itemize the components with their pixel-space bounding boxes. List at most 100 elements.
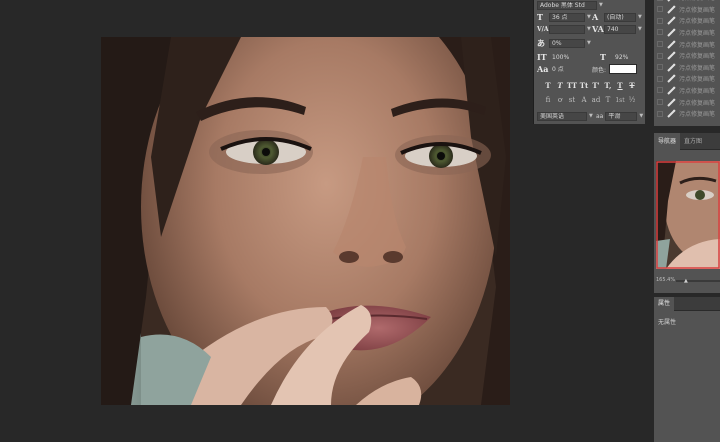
list-item[interactable]: 污点修复画笔 bbox=[654, 50, 720, 61]
chevron-down-icon[interactable]: ▼ bbox=[589, 113, 593, 119]
visibility-checkbox[interactable] bbox=[657, 64, 663, 71]
ligature-button[interactable]: fi bbox=[542, 95, 554, 106]
list-item[interactable]: 污点修复画笔 bbox=[654, 62, 720, 73]
list-item-label: 污点修复画笔 bbox=[679, 87, 716, 95]
baseline-shift-icon: Aa bbox=[537, 64, 549, 74]
visibility-checkbox[interactable] bbox=[657, 29, 663, 36]
chevron-down-icon[interactable]: ▼ bbox=[587, 14, 591, 20]
chevron-down-icon[interactable]: ▼ bbox=[587, 40, 591, 46]
antialias-select[interactable]: 平滑 bbox=[605, 111, 638, 121]
visibility-checkbox[interactable] bbox=[657, 99, 663, 106]
list-item-label: 污点修复画笔 bbox=[679, 53, 716, 61]
strikethrough-button[interactable]: T bbox=[626, 80, 638, 91]
chevron-down-icon[interactable]: ▼ bbox=[638, 26, 642, 32]
list-item[interactable]: 污点修复画笔 bbox=[654, 85, 720, 96]
spot-healing-brush-icon bbox=[667, 40, 676, 49]
font-family-select[interactable]: Adobe 黑体 Std bbox=[537, 0, 597, 10]
faux-bold-button[interactable]: T bbox=[542, 80, 554, 91]
spot-healing-brush-icon bbox=[667, 0, 676, 2]
stylistic-alternate-button[interactable]: st bbox=[566, 95, 578, 106]
all-caps-button[interactable]: TT bbox=[566, 80, 578, 91]
list-item[interactable]: 污点修复画笔 bbox=[654, 108, 720, 119]
list-item[interactable]: 污点修复画笔 bbox=[654, 96, 720, 107]
underline-button[interactable]: T bbox=[614, 80, 626, 91]
list-item[interactable]: 污点修复画笔 bbox=[654, 15, 720, 26]
font-size-icon: T bbox=[537, 12, 543, 22]
text-color-swatch[interactable] bbox=[609, 64, 638, 74]
navigator-zoom-value[interactable]: 165.4% bbox=[656, 277, 675, 283]
properties-content: 无属性 bbox=[658, 319, 677, 326]
visibility-checkbox[interactable] bbox=[657, 75, 663, 82]
tsume-icon: あ bbox=[537, 37, 545, 48]
font-size-field[interactable]: 36 点 bbox=[549, 12, 585, 22]
leading-field[interactable]: (自动) bbox=[604, 12, 636, 22]
discretionary-ligature-button[interactable]: ơ bbox=[554, 95, 566, 106]
tsume-field[interactable]: 0% bbox=[549, 38, 585, 48]
list-item-label: 污点修复画笔 bbox=[679, 64, 716, 72]
vertical-scale-field[interactable]: 100% bbox=[549, 52, 585, 62]
small-caps-button[interactable]: Tt bbox=[578, 80, 590, 91]
superscript-button[interactable]: T' bbox=[590, 80, 602, 91]
document-canvas[interactable] bbox=[0, 0, 533, 442]
visibility-checkbox[interactable] bbox=[657, 52, 663, 59]
visibility-checkbox[interactable] bbox=[657, 0, 663, 1]
list-item-label: 污点修复画笔 bbox=[679, 41, 716, 49]
chevron-down-icon[interactable]: ▼ bbox=[639, 113, 643, 119]
list-item[interactable]: 污点修复画笔 bbox=[654, 73, 720, 84]
tab-navigator[interactable]: 导航器 bbox=[654, 133, 681, 150]
spot-healing-brush-icon bbox=[667, 109, 676, 118]
list-item-label: 污点修复画笔 bbox=[679, 0, 715, 2]
visibility-checkbox[interactable] bbox=[657, 17, 663, 24]
spot-healing-brush-icon bbox=[667, 98, 676, 107]
tracking-field[interactable]: 740 bbox=[604, 24, 636, 34]
spot-healing-brush-icon bbox=[667, 86, 676, 95]
character-panel: Adobe 黑体 Std ▼ T 36 点 ▼ A (自动) ▼ V/A ▼ V… bbox=[533, 0, 645, 124]
visibility-checkbox[interactable] bbox=[657, 110, 663, 117]
visibility-checkbox[interactable] bbox=[657, 87, 663, 94]
tab-properties[interactable]: 属性 bbox=[654, 297, 675, 311]
horizontal-scale-field[interactable]: 92% bbox=[612, 52, 640, 62]
zoom-out-icon[interactable]: ▲ bbox=[684, 278, 688, 284]
chevron-down-icon[interactable]: ▼ bbox=[638, 14, 642, 20]
panel-divider bbox=[645, 0, 654, 442]
titling-alternate-button[interactable]: ad bbox=[590, 95, 602, 106]
opentype-buttons: fi ơ st A ad T 1st ½ bbox=[542, 95, 638, 106]
fractions-button[interactable]: ½ bbox=[626, 95, 638, 106]
subscript-button[interactable]: T, bbox=[602, 80, 614, 91]
antialias-icon: aa bbox=[596, 112, 604, 120]
language-select[interactable]: 美国英语 bbox=[537, 111, 587, 121]
portrait-photo[interactable] bbox=[101, 37, 510, 405]
chevron-down-icon[interactable]: ▼ bbox=[587, 26, 591, 32]
history-list-panel: 污点修复画笔 污点修复画笔 污点修复画笔 污点修复画笔 污点修复画笔 污点修复画笔 污点修复… bbox=[654, 0, 720, 126]
list-item-label: 污点修复画笔 bbox=[679, 99, 716, 107]
spot-healing-brush-icon bbox=[667, 51, 676, 60]
spot-healing-brush-icon bbox=[667, 28, 676, 37]
horizontal-scale-icon: T bbox=[600, 52, 606, 62]
list-item-label: 污点修复画笔 bbox=[679, 6, 716, 14]
kerning-field[interactable] bbox=[549, 24, 585, 34]
navigator-preview bbox=[656, 161, 720, 269]
tracking-icon: VA bbox=[592, 24, 604, 34]
list-item[interactable]: 污点修复画笔 bbox=[654, 4, 720, 15]
list-item[interactable]: 污点修复画笔 bbox=[654, 27, 720, 38]
ordinal-button[interactable]: T bbox=[602, 95, 614, 106]
swash-button[interactable]: A bbox=[578, 95, 590, 106]
faux-italic-button[interactable]: T bbox=[554, 80, 566, 91]
navigator-thumbnail[interactable] bbox=[656, 161, 720, 269]
kerning-icon: V/A bbox=[537, 25, 549, 33]
ordinals-button[interactable]: 1st bbox=[614, 95, 626, 106]
list-item-label: 污点修复画笔 bbox=[679, 111, 716, 119]
list-item[interactable]: 污点修复画笔 bbox=[654, 38, 720, 49]
tab-histogram[interactable]: 直方图 bbox=[680, 133, 706, 150]
visibility-checkbox[interactable] bbox=[657, 6, 663, 13]
vertical-scale-icon: IT bbox=[537, 52, 547, 62]
spot-healing-brush-icon bbox=[667, 74, 676, 84]
baseline-shift-field[interactable]: 0 点 bbox=[549, 64, 585, 74]
spot-healing-brush-icon bbox=[667, 63, 676, 72]
chevron-down-icon[interactable]: ▼ bbox=[599, 2, 603, 8]
navigator-zoom-slider[interactable]: ▲ bbox=[676, 278, 720, 284]
spot-healing-brush-icon bbox=[667, 16, 676, 26]
list-item-label: 污点修复画笔 bbox=[679, 76, 716, 84]
navigator-panel: 导航器 直方图 165.4% ▲ bbox=[654, 133, 720, 293]
visibility-checkbox[interactable] bbox=[657, 41, 663, 48]
